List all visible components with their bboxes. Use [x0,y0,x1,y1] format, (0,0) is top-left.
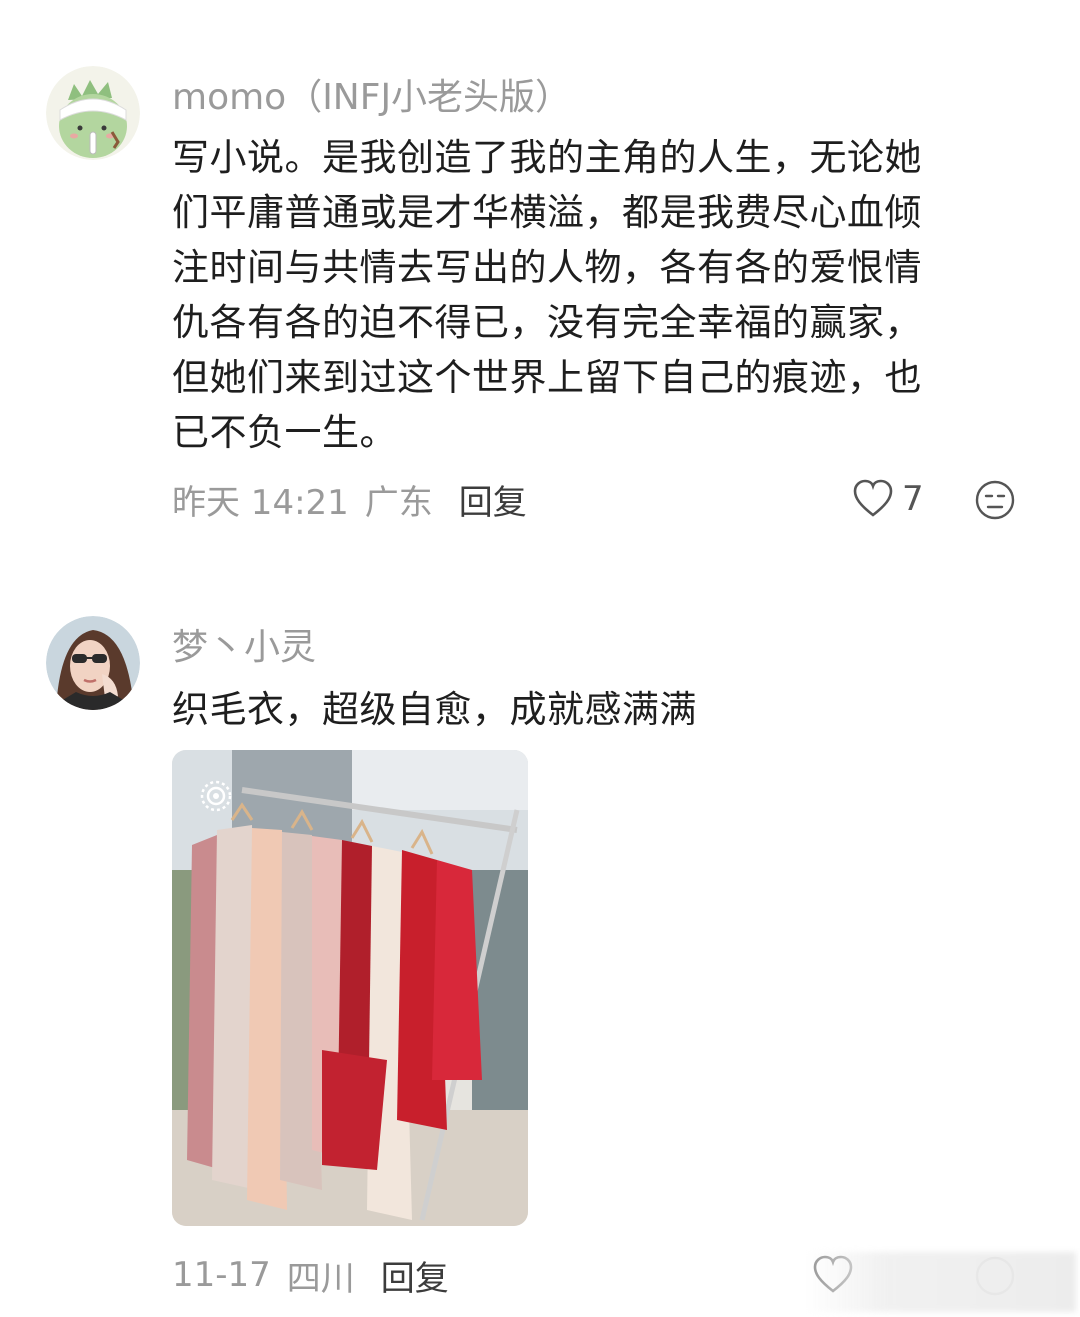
comment-location: 四川 [286,1258,355,1299]
user-avatar[interactable] [46,616,140,710]
comment-item: 梦丶小灵 织毛衣，超级自愈，成就感满满 11-17 四川 回复 [0,600,1080,1317]
comment-body-line: 注时间与共情去写出的人物，各有各的爱恨情 [172,246,922,289]
comment-photo[interactable] [172,750,528,1226]
comment-body-line: 织毛衣，超级自愈，成就感满满 [172,688,697,731]
comment-item: momo（INFJ小老头版） 写小说。是我创造了我的主角的人生，无论她 们平庸普… [0,0,1080,560]
comment-body: 写小说。是我创造了我的主角的人生，无论她 们平庸普通或是才华横溢，都是我费尽心血… [172,130,1012,460]
heart-icon [853,479,893,517]
reply-button[interactable]: 回复 [459,475,527,524]
comment-meta: 11-17 四川 回复 [172,1250,449,1300]
comment-body-line: 仇各有各的迫不得已，没有完全幸福的赢家， [172,301,922,344]
comment-body-line: 但她们来到过这个世界上留下自己的痕迹，也 [172,356,922,399]
reply-button[interactable]: 回复 [381,1251,449,1300]
comment-body: 织毛衣，超级自愈，成就感满满 [172,682,1012,737]
comment-body-line: 已不负一生。 [172,411,397,454]
dinosaur-avatar-icon [46,66,140,160]
emoji-react-button[interactable] [974,479,1016,521]
comment-time: 昨天 14:21 [172,482,349,523]
neutral-face-icon [975,480,1015,520]
username[interactable]: 梦丶小灵 [172,618,316,670]
woman-portrait-avatar-icon [46,616,140,710]
comment-body-line: 写小说。是我创造了我的主角的人生，无论她 [172,136,922,179]
like-button[interactable]: 7 [852,474,924,524]
comment-body-line: 们平庸普通或是才华横溢，都是我费尽心血倾 [172,191,922,234]
comment-time: 11-17 [172,1255,271,1295]
username[interactable]: momo（INFJ小老头版） [172,68,571,120]
comment-location: 广东 [364,482,433,523]
clothing-rack-photo-icon [172,750,528,1226]
cropped-overlay [804,1252,1076,1312]
comment-meta: 昨天 14:21 广东 回复 [172,474,527,524]
user-avatar[interactable] [46,66,140,160]
like-count: 7 [902,479,924,519]
